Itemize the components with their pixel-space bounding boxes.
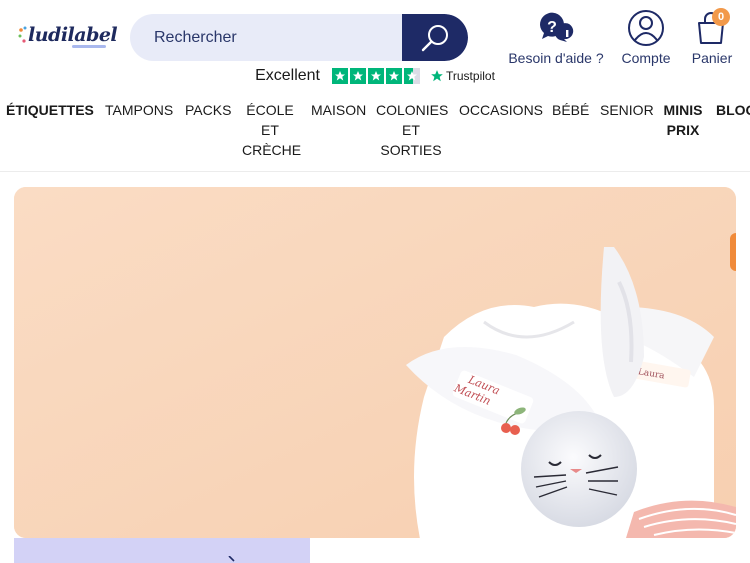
search-button[interactable]: [402, 14, 468, 61]
nav-item-senior[interactable]: SENIOR: [600, 100, 654, 120]
trustpilot-logo: Trustpilot: [430, 69, 495, 83]
main-navigation: ÉTIQUETTES TAMPONS PACKS ÉCOLE ET CRÈCHE…: [0, 98, 750, 162]
star-icon: [350, 68, 366, 84]
nav-item-etiquettes[interactable]: ÉTIQUETTES: [6, 100, 94, 120]
search-icon: [421, 24, 448, 51]
search-bar: [130, 14, 468, 61]
trustpilot-widget[interactable]: Excellent Trustpilot: [0, 64, 750, 88]
carousel-next-tab[interactable]: [730, 233, 736, 271]
help-icon: ?: [539, 12, 574, 42]
nav-item-blog[interactable]: BLOG: [716, 100, 750, 120]
cart-link[interactable]: 0 Panier: [688, 8, 736, 66]
hero-image: Laura LauraMartin: [14, 187, 736, 538]
divider: [0, 171, 750, 172]
nav-item-occasions[interactable]: OCCASIONS: [459, 100, 543, 120]
trustpilot-star-icon: [431, 70, 443, 82]
grave-accent-glyph: [228, 556, 235, 562]
nav-item-tampons[interactable]: TAMPONS: [105, 100, 173, 120]
star-icon: [332, 68, 348, 84]
trustpilot-brand: Trustpilot: [446, 69, 495, 83]
nav-item-minis-prix[interactable]: MINIS PRIX: [662, 100, 704, 140]
logo-underline: [72, 45, 106, 48]
promo-card[interactable]: [14, 538, 310, 563]
account-icon-box: [626, 10, 666, 46]
trustpilot-stars: [332, 68, 420, 84]
search-input[interactable]: [130, 14, 402, 61]
nav-item-ecole-creche[interactable]: ÉCOLE ET CRÈCHE: [242, 100, 301, 160]
ludilabel-logo[interactable]: ludilabel: [18, 24, 118, 54]
help-icon-box: ?: [536, 10, 576, 46]
user-icon: [628, 10, 664, 46]
star-icon: [386, 68, 402, 84]
account-link[interactable]: Compte: [618, 10, 674, 66]
site-header: ludilabel ? Besoin d'aide ?: [0, 0, 750, 70]
nav-item-bebe[interactable]: BÉBÉ: [552, 100, 589, 120]
logo-text: ludilabel: [28, 24, 118, 46]
hero-banner[interactable]: Laura LauraMartin: [14, 187, 736, 538]
nav-item-maison[interactable]: MAISON: [311, 100, 366, 120]
star-icon: [368, 68, 384, 84]
half-star-icon: [404, 68, 420, 84]
nav-item-colonies-sorties[interactable]: COLONIES ET SORTIES: [376, 100, 448, 160]
nav-item-packs[interactable]: PACKS: [185, 100, 231, 120]
help-link[interactable]: ? Besoin d'aide ?: [508, 10, 604, 66]
cart-count-badge: 0: [712, 8, 730, 26]
cart-icon-box: 0: [692, 8, 732, 46]
trustpilot-rating-label: Excellent: [255, 67, 320, 84]
